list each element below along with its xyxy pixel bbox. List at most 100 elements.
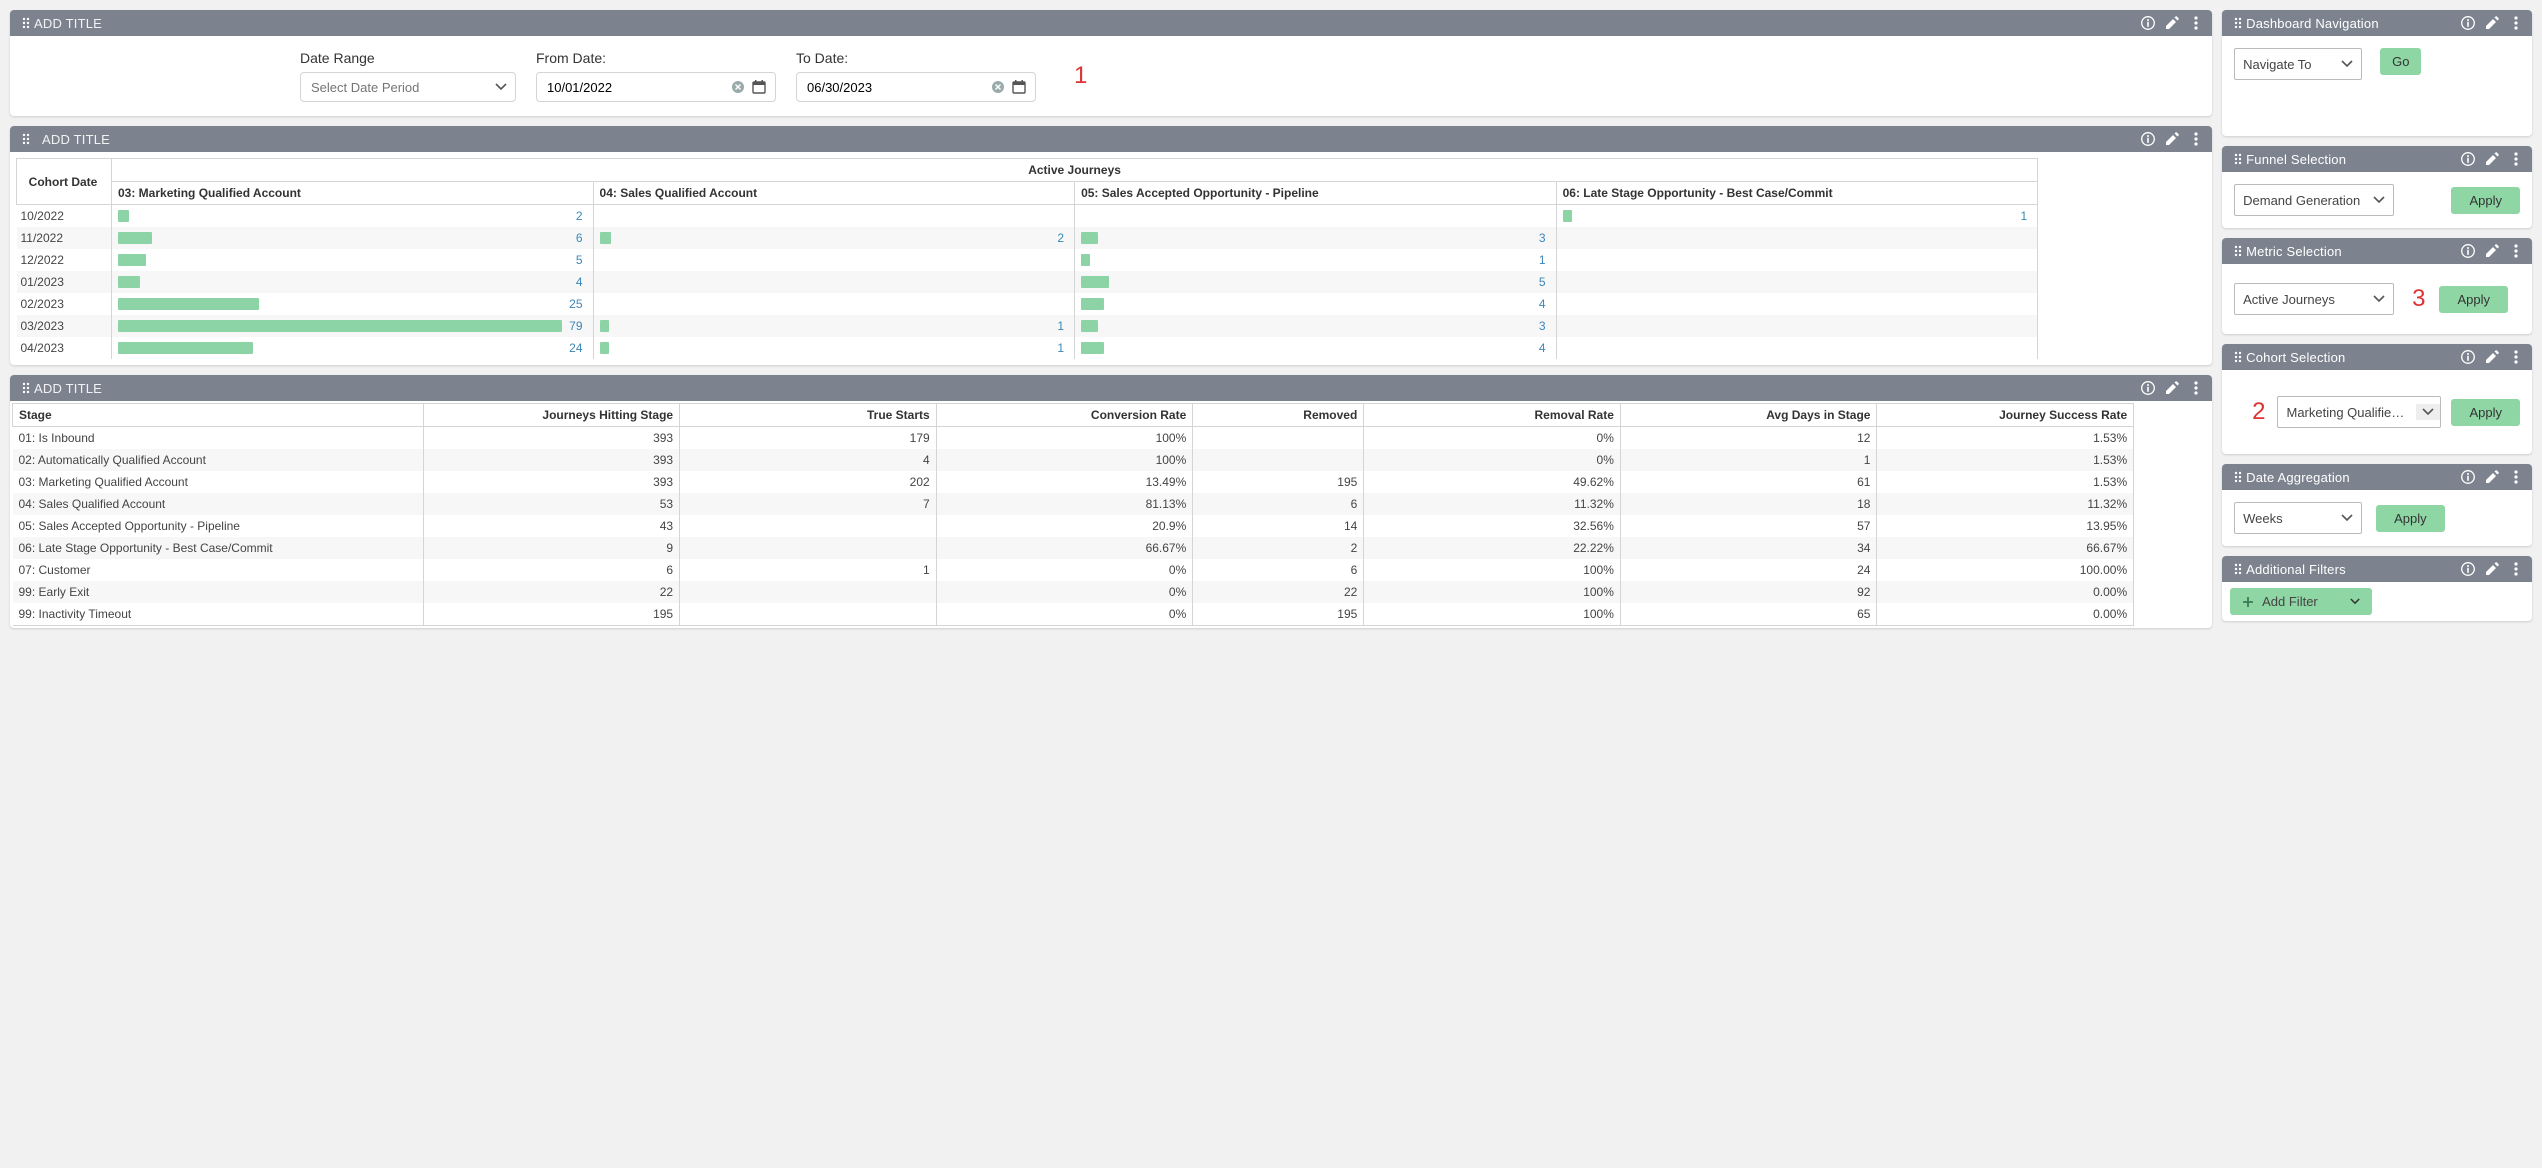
table-header[interactable]: Journeys Hitting Stage — [423, 404, 680, 427]
clear-icon[interactable] — [731, 80, 745, 94]
add-filter-label: Add Filter — [2262, 594, 2318, 609]
chart-cell — [593, 249, 1075, 271]
panel-title[interactable]: ADD TITLE — [34, 16, 2140, 31]
bar-value[interactable]: 2 — [1057, 229, 1064, 247]
bar-value[interactable]: 5 — [576, 251, 583, 269]
funnel-select[interactable]: Demand Generation — [2234, 184, 2394, 216]
navigate-to-select[interactable]: Navigate To — [2234, 48, 2362, 80]
aggregation-select[interactable]: Weeks — [2234, 502, 2362, 534]
value-cell: 1 — [680, 559, 937, 581]
cohort-selection-panel: Cohort Selection 2 Marketing Qualified A… — [2222, 344, 2532, 454]
info-icon[interactable] — [2140, 15, 2156, 31]
panel-title[interactable]: ADD TITLE — [34, 381, 2140, 396]
bar-value[interactable]: 4 — [576, 273, 583, 291]
info-icon[interactable] — [2460, 151, 2476, 167]
table-header[interactable]: Avg Days in Stage — [1620, 404, 1877, 427]
value-cell: 81.13% — [936, 493, 1193, 515]
calendar-icon[interactable] — [1011, 79, 1027, 95]
drag-icon[interactable] — [2230, 349, 2246, 365]
info-icon[interactable] — [2460, 349, 2476, 365]
clear-icon[interactable] — [991, 80, 1005, 94]
kebab-icon[interactable] — [2188, 131, 2204, 147]
kebab-icon[interactable] — [2508, 243, 2524, 259]
bar-value[interactable]: 1 — [1057, 339, 1064, 357]
cohort-select[interactable]: Marketing Qualified Ac... — [2277, 396, 2441, 428]
select-value: Navigate To — [2243, 57, 2335, 72]
apply-button[interactable]: Apply — [2451, 399, 2520, 426]
info-icon[interactable] — [2460, 561, 2476, 577]
pencil-icon[interactable] — [2484, 151, 2500, 167]
drag-icon[interactable] — [18, 15, 34, 31]
bar-value[interactable]: 3 — [1539, 317, 1546, 335]
bar-value[interactable]: 4 — [1539, 339, 1546, 357]
add-filter-button[interactable]: Add Filter — [2230, 588, 2372, 615]
info-icon[interactable] — [2140, 380, 2156, 396]
drag-icon[interactable] — [2230, 561, 2246, 577]
calendar-icon[interactable] — [751, 79, 767, 95]
pencil-icon[interactable] — [2484, 243, 2500, 259]
bar-value[interactable]: 3 — [1539, 229, 1546, 247]
from-date-input[interactable] — [545, 79, 725, 96]
metric-select[interactable]: Active Journeys — [2234, 283, 2394, 315]
drag-icon[interactable] — [18, 131, 34, 147]
pencil-icon[interactable] — [2484, 469, 2500, 485]
panel-header: Funnel Selection — [2222, 146, 2532, 172]
bar-value[interactable]: 5 — [1539, 273, 1546, 291]
info-icon[interactable] — [2140, 131, 2156, 147]
kebab-icon[interactable] — [2188, 380, 2204, 396]
bar-value[interactable]: 24 — [569, 339, 582, 357]
table-header[interactable]: Removal Rate — [1364, 404, 1621, 427]
drag-icon[interactable] — [18, 380, 34, 396]
value-cell: 53 — [423, 493, 680, 515]
apply-button[interactable]: Apply — [2439, 286, 2508, 313]
table-header[interactable]: True Starts — [680, 404, 937, 427]
go-button[interactable]: Go — [2380, 48, 2421, 75]
pencil-icon[interactable] — [2164, 131, 2180, 147]
info-icon[interactable] — [2460, 469, 2476, 485]
kebab-icon[interactable] — [2508, 561, 2524, 577]
kebab-icon[interactable] — [2508, 151, 2524, 167]
kebab-icon[interactable] — [2188, 15, 2204, 31]
panel-title[interactable]: ADD TITLE — [34, 132, 2140, 147]
date-range-input[interactable] — [309, 79, 489, 96]
chart-cell: 5 — [112, 249, 594, 271]
table-header[interactable]: Journey Success Rate — [1877, 404, 2134, 427]
to-date-field[interactable] — [796, 72, 1036, 102]
bar-value[interactable]: 79 — [569, 317, 582, 335]
table-header[interactable]: Removed — [1193, 404, 1364, 427]
info-icon[interactable] — [2460, 15, 2476, 31]
value-cell: 0% — [936, 559, 1193, 581]
info-icon[interactable] — [2460, 243, 2476, 259]
bar-value[interactable]: 2 — [576, 207, 583, 225]
table-header[interactable]: Conversion Rate — [936, 404, 1193, 427]
chart-cell: 1 — [593, 337, 1075, 359]
pencil-icon[interactable] — [2164, 380, 2180, 396]
apply-button[interactable]: Apply — [2376, 505, 2445, 532]
bar-value[interactable]: 4 — [1539, 295, 1546, 313]
kebab-icon[interactable] — [2508, 15, 2524, 31]
from-date-field[interactable] — [536, 72, 776, 102]
pencil-icon[interactable] — [2484, 15, 2500, 31]
drag-icon[interactable] — [2230, 469, 2246, 485]
bar-value[interactable]: 6 — [576, 229, 583, 247]
bar — [1081, 320, 1098, 332]
drag-icon[interactable] — [2230, 15, 2246, 31]
kebab-icon[interactable] — [2508, 469, 2524, 485]
pencil-icon[interactable] — [2484, 561, 2500, 577]
bar-value[interactable]: 25 — [569, 295, 582, 313]
select-value: Marketing Qualified Ac... — [2286, 405, 2406, 420]
bar-value[interactable]: 1 — [2020, 207, 2027, 225]
value-cell: 22 — [423, 581, 680, 603]
pencil-icon[interactable] — [2484, 349, 2500, 365]
drag-icon[interactable] — [2230, 151, 2246, 167]
apply-button[interactable]: Apply — [2451, 187, 2520, 214]
drag-icon[interactable] — [2230, 243, 2246, 259]
panel-header: ADD TITLE — [10, 126, 2212, 152]
to-date-input[interactable] — [805, 79, 985, 96]
date-range-select[interactable] — [300, 72, 516, 102]
bar-value[interactable]: 1 — [1539, 251, 1546, 269]
pencil-icon[interactable] — [2164, 15, 2180, 31]
table-header[interactable]: Stage — [13, 404, 424, 427]
bar-value[interactable]: 1 — [1057, 317, 1064, 335]
kebab-icon[interactable] — [2508, 349, 2524, 365]
